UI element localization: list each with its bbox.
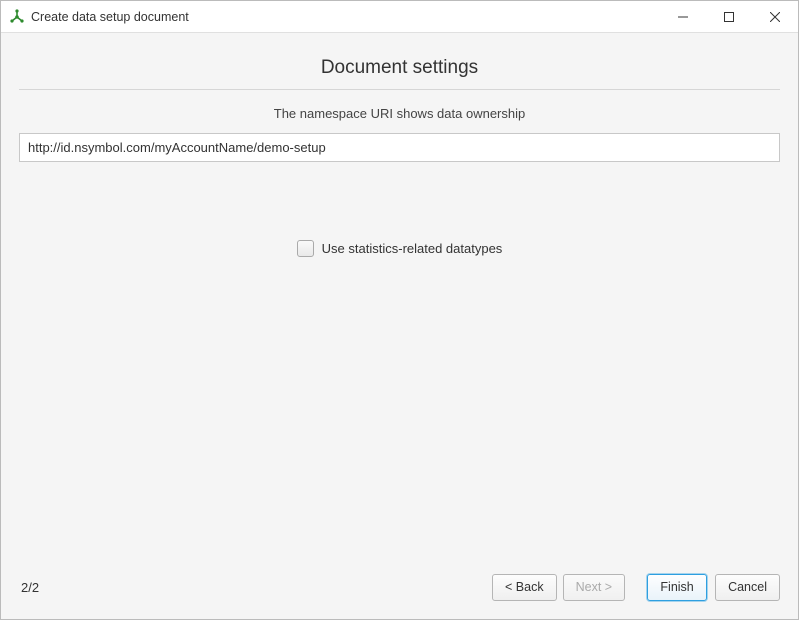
statistics-datatypes-label: Use statistics-related datatypes xyxy=(322,241,503,256)
window-title: Create data setup document xyxy=(31,10,660,24)
statistics-datatypes-checkbox[interactable] xyxy=(297,240,314,257)
close-button[interactable] xyxy=(752,1,798,32)
back-button[interactable]: < Back xyxy=(492,574,557,601)
next-button: Next > xyxy=(563,574,625,601)
finish-button[interactable]: Finish xyxy=(647,574,707,601)
maximize-button[interactable] xyxy=(706,1,752,32)
app-icon xyxy=(9,9,25,25)
page-indicator: 2/2 xyxy=(21,580,39,595)
page-heading: Document settings xyxy=(19,57,780,79)
minimize-button[interactable] xyxy=(660,1,706,32)
footer: 2/2 < Back Next > Finish Cancel xyxy=(1,561,798,619)
cancel-button[interactable]: Cancel xyxy=(715,574,780,601)
checkbox-row: Use statistics-related datatypes xyxy=(19,240,780,257)
divider xyxy=(19,89,780,90)
titlebar: Create data setup document xyxy=(1,1,798,33)
footer-buttons: < Back Next > Finish Cancel xyxy=(492,574,780,601)
page-subheading: The namespace URI shows data ownership xyxy=(19,106,780,121)
namespace-uri-input[interactable] xyxy=(19,133,780,162)
window-controls xyxy=(660,1,798,32)
content-area: Document settings The namespace URI show… xyxy=(1,33,798,561)
